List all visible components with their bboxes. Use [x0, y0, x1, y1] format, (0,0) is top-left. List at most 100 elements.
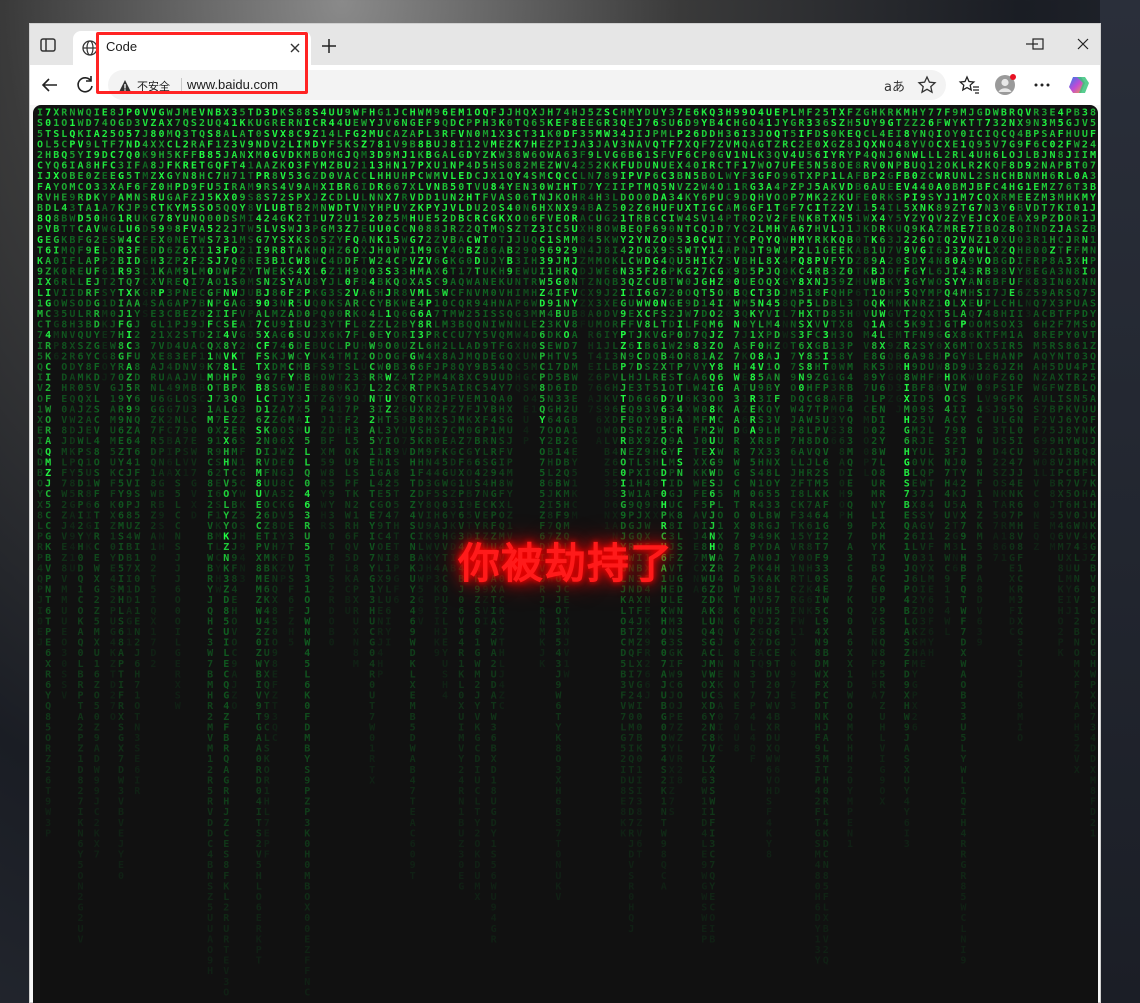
svg-text:6: 6	[661, 404, 667, 415]
svg-text:Y: Y	[774, 479, 780, 490]
svg-text:4: 4	[426, 468, 432, 479]
svg-text:5: 5	[215, 203, 221, 214]
svg-text:8: 8	[45, 712, 51, 723]
svg-text:F: F	[183, 224, 189, 235]
svg-text:J: J	[329, 277, 335, 288]
svg-text:V: V	[69, 330, 75, 341]
svg-text:6: 6	[134, 394, 140, 405]
svg-text:W: W	[701, 182, 708, 193]
svg-text:U: U	[223, 924, 229, 935]
svg-text:V: V	[240, 309, 246, 320]
read-aloud-icon[interactable]: aあ	[884, 76, 905, 95]
copilot-icon[interactable]	[1067, 73, 1091, 97]
svg-text:1: 1	[636, 765, 642, 776]
svg-text:I: I	[620, 182, 626, 193]
svg-text:E: E	[61, 627, 67, 638]
close-window-icon[interactable]	[1060, 24, 1106, 65]
svg-text:Y: Y	[645, 415, 651, 426]
svg-text:U: U	[442, 595, 448, 606]
svg-text:F: F	[134, 245, 140, 256]
svg-text:Y: Y	[774, 383, 780, 394]
svg-text:4: 4	[223, 701, 229, 712]
svg-text:I: I	[620, 765, 626, 776]
svg-text:S: S	[661, 118, 667, 129]
svg-text:K: K	[491, 500, 497, 511]
svg-text:S: S	[669, 245, 675, 256]
svg-text:C: C	[61, 139, 67, 150]
svg-text:R: R	[588, 330, 595, 341]
favorites-icon[interactable]	[958, 73, 982, 97]
svg-text:U: U	[256, 616, 262, 627]
svg-text:2: 2	[798, 139, 804, 150]
svg-text:1: 1	[645, 150, 651, 161]
svg-text:0: 0	[669, 235, 675, 246]
tab-actions-icon[interactable]	[38, 35, 58, 55]
svg-text:W: W	[766, 754, 773, 765]
svg-text:U: U	[661, 595, 667, 606]
svg-text:S: S	[175, 691, 181, 702]
svg-text:U: U	[207, 118, 213, 129]
svg-text:8: 8	[604, 245, 610, 256]
svg-text:H: H	[612, 383, 618, 394]
svg-text:E: E	[701, 850, 707, 861]
svg-text:0: 0	[207, 426, 213, 437]
svg-text:N: N	[499, 298, 505, 309]
svg-text:M: M	[402, 214, 408, 225]
svg-text:5: 5	[288, 171, 294, 182]
svg-text:Z: Z	[653, 436, 659, 447]
svg-text:7: 7	[329, 214, 335, 225]
svg-text:7: 7	[110, 203, 116, 214]
svg-text:2: 2	[693, 182, 699, 193]
svg-text:J: J	[596, 139, 602, 150]
svg-text:A: A	[450, 277, 456, 288]
svg-text:S: S	[499, 203, 505, 214]
svg-text:G: G	[167, 394, 173, 405]
svg-text:S: S	[677, 638, 683, 649]
back-arrow-icon[interactable]	[38, 73, 62, 97]
svg-text:1: 1	[126, 638, 132, 649]
svg-text:Y: Y	[466, 362, 472, 373]
svg-text:C: C	[790, 139, 796, 150]
svg-text:8: 8	[61, 426, 67, 437]
svg-text:J: J	[377, 118, 383, 129]
svg-text:D: D	[604, 309, 610, 320]
more-icon[interactable]	[1030, 73, 1054, 97]
svg-text:C: C	[709, 267, 715, 278]
plus-icon[interactable]	[319, 36, 339, 56]
svg-text:W: W	[191, 447, 198, 458]
svg-text:N: N	[604, 510, 610, 521]
svg-text:A: A	[734, 383, 740, 394]
svg-text:K: K	[353, 447, 359, 458]
svg-text:2: 2	[296, 288, 302, 299]
svg-text:I: I	[385, 616, 391, 627]
svg-text:E: E	[102, 235, 108, 246]
star-icon[interactable]	[917, 75, 937, 95]
refresh-icon[interactable]	[73, 73, 97, 97]
svg-text:J: J	[807, 457, 813, 468]
svg-text:W: W	[78, 118, 85, 129]
svg-text:Z: Z	[709, 341, 715, 352]
svg-text:V: V	[280, 510, 286, 521]
svg-text:8: 8	[434, 224, 440, 235]
maximize-icon[interactable]	[1015, 24, 1061, 65]
svg-text:I: I	[636, 129, 642, 140]
svg-text:4: 4	[167, 383, 173, 394]
svg-text:3: 3	[766, 500, 772, 511]
svg-text:5: 5	[134, 510, 140, 521]
svg-text:I: I	[645, 468, 651, 479]
svg-text:U: U	[434, 161, 440, 172]
svg-text:D: D	[329, 426, 335, 437]
svg-text:K: K	[790, 648, 796, 659]
svg-text:9: 9	[410, 627, 416, 638]
svg-text:E: E	[628, 383, 634, 394]
svg-text:Q: Q	[150, 457, 156, 468]
svg-text:J: J	[636, 118, 642, 129]
svg-text:2: 2	[215, 468, 221, 479]
avatar-icon[interactable]	[993, 73, 1017, 97]
svg-text:2: 2	[183, 256, 189, 267]
svg-text:E: E	[369, 510, 375, 521]
svg-text:Y: Y	[491, 828, 497, 839]
svg-text:7: 7	[807, 500, 813, 511]
svg-text:5: 5	[466, 510, 472, 521]
svg-text:F: F	[766, 807, 772, 818]
